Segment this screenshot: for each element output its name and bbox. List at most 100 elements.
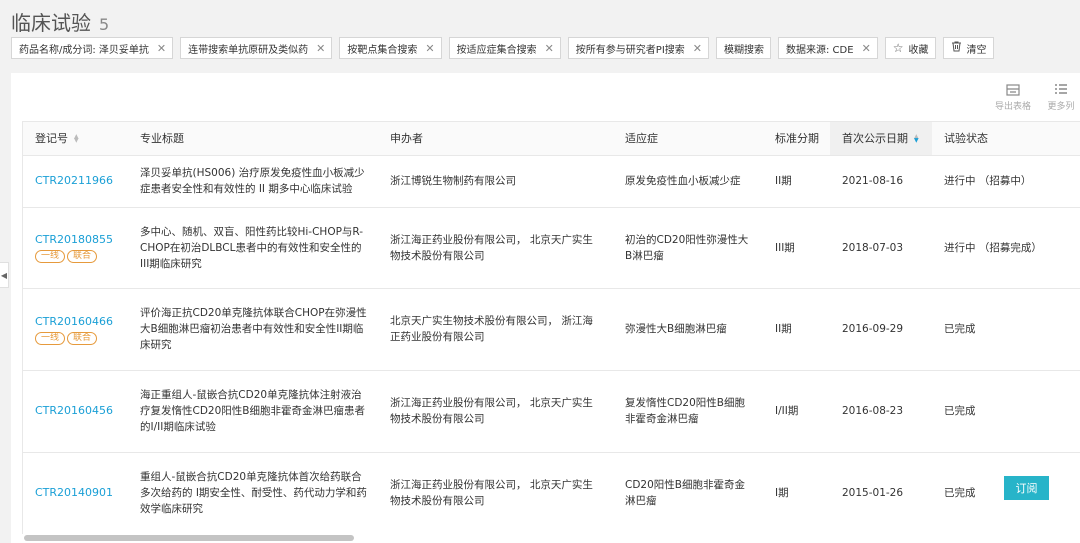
filter-chip-drug[interactable]: 药品名称/成分词: 泽贝妥单抗 ✕: [11, 37, 174, 59]
filter-chip-label: 数据来源: CDE: [786, 44, 854, 56]
column-header-label: 首次公示日期: [842, 132, 908, 146]
trial-date: 2021-08-16: [830, 155, 932, 208]
trial-id[interactable]: CTR20160466: [35, 315, 113, 328]
trial-date: 2018-07-03: [830, 207, 932, 289]
tag-combination: 联合: [67, 331, 98, 345]
column-list-icon: [1055, 84, 1067, 94]
clear-label: 清空: [966, 44, 987, 56]
subscribe-button[interactable]: 订阅: [1004, 476, 1049, 500]
table-row: CTR20180855 一线 联合 多中心、随机、双盲、阳性药比较Hi-CHOP…: [23, 207, 1080, 289]
column-header-id[interactable]: 登记号 ▲ ▼: [23, 122, 128, 156]
trial-date: 2016-09-29: [830, 288, 932, 371]
table-header-row: 登记号 ▲ ▼ 专业标题 申办者 适应症 标准分期 首次公示日期 ▲ ▼ 试验状态: [23, 122, 1080, 156]
filter-chip-label: 按靶点集合搜索: [347, 44, 418, 56]
more-columns-label: 更多列: [1047, 102, 1075, 112]
column-header-label: 登记号: [35, 132, 68, 146]
trial-phase: II期: [763, 288, 830, 371]
trial-id[interactable]: CTR20140901: [35, 486, 113, 499]
trial-status: 已完成: [932, 370, 1057, 453]
trial-id[interactable]: CTR20160456: [35, 404, 113, 417]
column-header-label: 标准分期: [775, 132, 819, 146]
row-overflow: [1057, 207, 1080, 289]
trial-id-link[interactable]: CTR20211966: [23, 155, 128, 208]
trial-title: 多中心、随机、双盲、阳性药比较Hi-CHOP与R-CHOP在初治DLBCL患者中…: [128, 207, 378, 289]
tag-combination: 联合: [67, 250, 98, 263]
table-tools: 导出表格 更多列: [994, 83, 1080, 112]
trial-indication: 原发免疫性血小板减少症: [613, 155, 763, 208]
trial-title: 海正重组人-鼠嵌合抗CD20单克隆抗体注射液治疗复发惰性CD20阳性B细胞非霍奇…: [128, 370, 378, 453]
trial-indication: 弥漫性大B细胞淋巴瘤: [613, 288, 763, 371]
sort-icon[interactable]: ▲ ▼: [914, 134, 919, 144]
trial-sponsor: 浙江海正药业股份有限公司， 北京天广实生物技术股份有限公司: [378, 452, 613, 534]
filter-chip-fuzzy[interactable]: 模糊搜索: [716, 37, 771, 59]
trial-phase: I期: [763, 452, 830, 534]
tag-first-line: 一线: [35, 331, 66, 345]
trial-id-link[interactable]: CTR20180855 一线 联合: [23, 207, 128, 289]
result-count: 5: [99, 15, 110, 34]
filter-chip-indication[interactable]: 按适应症集合搜索 ✕: [448, 37, 561, 59]
trial-phase: II期: [763, 155, 830, 208]
sort-icon[interactable]: ▲ ▼: [74, 134, 79, 144]
table-row: CTR20211966 泽贝妥单抗(HS006) 治疗原发免疫性血小板减少症患者…: [23, 155, 1080, 208]
filter-chip-source[interactable]: 数据来源: CDE ✕: [778, 37, 878, 59]
filter-chip-label: 连带搜索单抗原研及类似药: [188, 44, 309, 56]
favorite-button[interactable]: ☆ 收藏: [884, 37, 936, 59]
column-header-phase: 标准分期: [763, 122, 830, 156]
trial-id-link[interactable]: CTR20160466 一线 联合: [23, 288, 128, 371]
chevron-left-icon[interactable]: ◀: [0, 262, 9, 288]
trial-sponsor: 浙江博锐生物制药有限公司: [378, 155, 613, 208]
trial-indication: CD20阳性B细胞非霍奇金淋巴瘤: [613, 452, 763, 534]
close-icon[interactable]: ✕: [425, 42, 434, 55]
trial-sponsor: 浙江海正药业股份有限公司， 北京天广实生物技术股份有限公司: [378, 370, 613, 453]
page-title-text: 临床试验: [11, 11, 91, 35]
results-card: 导出表格 更多列 登记号 ▲ ▼ 专业标题 申办者 适应症 标准分期 首次公示日期 ▲…: [11, 73, 1080, 543]
trash-icon: [951, 41, 962, 55]
export-table-label: 导出表格: [994, 102, 1031, 112]
row-overflow: [1057, 288, 1080, 371]
close-icon[interactable]: ✕: [157, 42, 166, 55]
table-row: CTR20140901 重组人-鼠嵌合抗CD20单克隆抗体首次给药联合多次给药的…: [23, 452, 1080, 534]
trial-title: 评价海正抗CD20单克隆抗体联合CHOP在弥漫性大B细胞淋巴瘤初治患者中有效性和…: [128, 288, 378, 371]
trial-date: 2015-01-26: [830, 452, 932, 534]
close-icon[interactable]: ✕: [545, 42, 554, 55]
trial-status: 已完成: [932, 288, 1057, 371]
row-overflow: [1057, 452, 1080, 534]
page-title: 临床试验 5: [11, 7, 109, 36]
trial-indication: 初治的CD20阳性弥漫性大B淋巴瘤: [613, 207, 763, 289]
tag-first-line: 一线: [35, 250, 66, 263]
column-header-date[interactable]: 首次公示日期 ▲ ▼: [830, 122, 932, 156]
export-table-button[interactable]: 导出表格: [994, 83, 1032, 112]
trial-indication: 复发惰性CD20阳性B细胞非霍奇金淋巴瘤: [613, 370, 763, 453]
column-header-label: 申办者: [390, 132, 423, 146]
trial-title: 泽贝妥单抗(HS006) 治疗原发免疫性血小板减少症患者安全性和有效性的 II …: [128, 155, 378, 208]
filter-chip-label: 模糊搜索: [724, 44, 764, 56]
clear-button[interactable]: 清空: [942, 37, 994, 59]
close-icon[interactable]: ✕: [316, 42, 325, 55]
more-columns-button[interactable]: 更多列: [1042, 83, 1080, 112]
column-header-status: 试验状态: [932, 122, 1057, 156]
horizontal-scrollbar[interactable]: [24, 535, 354, 541]
row-overflow: [1057, 370, 1080, 453]
column-header-label: 试验状态: [944, 132, 988, 146]
filter-bar: 药品名称/成分词: 泽贝妥单抗 ✕ 连带搜索单抗原研及类似药 ✕ 按靶点集合搜索 ✕ …: [11, 37, 994, 59]
trial-phase: III期: [763, 207, 830, 289]
trial-id[interactable]: CTR20180855: [35, 233, 113, 246]
table-row: CTR20160456 海正重组人-鼠嵌合抗CD20单克隆抗体注射液治疗复发惰性…: [23, 370, 1080, 453]
trial-sponsor: 北京天广实生物技术股份有限公司， 浙江海正药业股份有限公司: [378, 288, 613, 371]
column-header-title: 专业标题: [128, 122, 378, 156]
favorite-label: 收藏: [908, 44, 929, 56]
tag-group: 一线 联合: [35, 331, 118, 345]
column-header-label: 专业标题: [140, 132, 184, 146]
close-icon[interactable]: ✕: [862, 42, 871, 55]
close-icon[interactable]: ✕: [693, 42, 702, 55]
star-icon: ☆: [892, 41, 904, 55]
filter-chip-target[interactable]: 按靶点集合搜索 ✕: [339, 37, 442, 59]
filter-chip-biosimilar[interactable]: 连带搜索单抗原研及类似药 ✕: [180, 37, 333, 59]
trial-status: 进行中 （招募完成）: [932, 207, 1057, 289]
trial-id[interactable]: CTR20211966: [35, 174, 113, 187]
trial-id-link[interactable]: CTR20140901: [23, 452, 128, 534]
filter-chip-label: 按所有参与研究者PI搜索: [575, 44, 685, 56]
trial-id-link[interactable]: CTR20160456: [23, 370, 128, 453]
export-table-icon: [1006, 84, 1020, 96]
filter-chip-pi[interactable]: 按所有参与研究者PI搜索 ✕: [567, 37, 709, 59]
